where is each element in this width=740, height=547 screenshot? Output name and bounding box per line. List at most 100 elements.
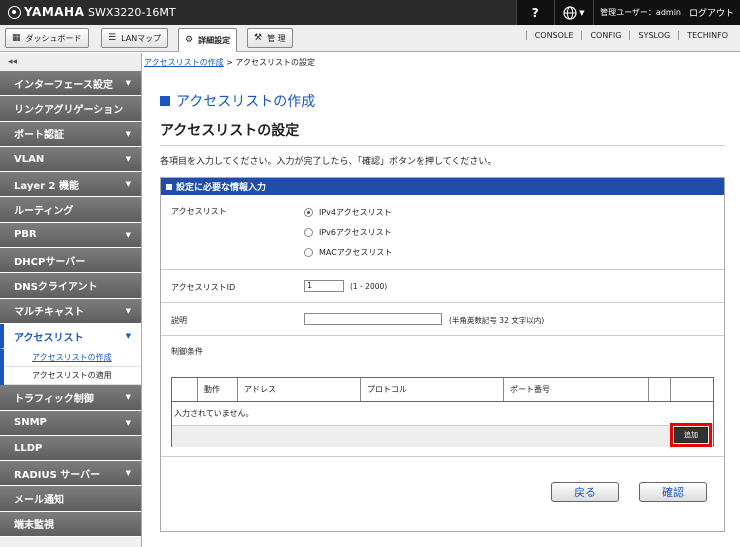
description-label: 説明 <box>171 316 187 325</box>
sidebar-item-3[interactable]: VLAN ▼ <box>0 146 141 173</box>
acl-id-label: アクセスリストID <box>171 283 236 292</box>
sidebar-subitem-0[interactable]: アクセスリストの作成 <box>4 349 141 368</box>
sidebar-item-label: ポート認証 <box>14 130 64 142</box>
sidebar-item-label: RADIUS サーバー <box>14 469 101 481</box>
gear-icon: ⚙ <box>185 35 194 45</box>
sidebar-item-label: LLDP <box>14 442 43 454</box>
sidebar: ◂◂ インターフェース設定 ▼ リンクアグリゲーション ポート認証 ▼ VLAN ▼ Laye… <box>0 53 142 547</box>
sidebar-item-6[interactable]: PBR ▼ <box>0 222 141 249</box>
column-header-extra <box>649 378 671 401</box>
acl-type-label: アクセスリスト <box>171 207 227 216</box>
confirm-button[interactable]: 確認 <box>639 482 707 502</box>
add-button[interactable]: 追加 <box>670 423 712 447</box>
instruction-text: 各項目を入力してください。入力が完了したら、「確認」ボタンを押してください。 <box>160 157 497 167</box>
tab-bar: ▦ ダッシュボード ☰ LANマップ ⚙ 詳細設定 ⚒ 管 理 CONSOLE … <box>0 25 740 52</box>
sidebar-item-label: 端末監視 <box>14 520 54 532</box>
tab-management[interactable]: ⚒ 管 理 <box>247 28 293 48</box>
radio-ipv4-button[interactable] <box>304 208 313 217</box>
lanmap-icon: ☰ <box>108 33 117 43</box>
sidebar-item-1[interactable]: リンクアグリゲーション <box>0 96 141 122</box>
tab-dashboard[interactable]: ▦ ダッシュボード <box>5 28 89 48</box>
sidebar-item-label: DHCPサーバー <box>14 256 86 268</box>
chevron-down-icon: ▼ <box>125 393 131 402</box>
radio-ipv6-button[interactable] <box>304 228 313 237</box>
sidebar-collapse-icon[interactable]: ◂◂ <box>0 53 141 71</box>
sidebar-item-label: リンクアグリゲーション <box>14 104 124 116</box>
sidebar-item-8[interactable]: DNSクライアント <box>0 273 141 299</box>
user-label: 管理ユーザー：admin <box>600 8 681 17</box>
sidebar-item-label: VLAN <box>14 153 45 165</box>
tab-lanmap-label: LANマップ <box>121 33 162 43</box>
chevron-down-icon: ▼ <box>125 469 131 478</box>
header-square-icon <box>166 183 172 190</box>
logout-link[interactable]: ログアウト <box>689 6 734 19</box>
condition-table-header: 動作 アドレス プロトコル ポート番号 <box>172 378 713 402</box>
breadcrumb-link[interactable]: アクセスリストの作成 <box>144 58 224 67</box>
radio-mac-button[interactable] <box>304 248 313 257</box>
top-bar: YAMAHA SWX3220-16MT ? ▼ 管理ユーザー：admin ログア… <box>0 0 740 25</box>
chevron-down-icon: ▼ <box>125 79 131 88</box>
sidebar-subitem-1[interactable]: アクセスリストの適用 <box>4 367 141 386</box>
tab-lanmap[interactable]: ☰ LANマップ <box>101 28 169 48</box>
config-link[interactable]: CONFIG <box>581 31 629 40</box>
chevron-down-icon: ▼ <box>125 306 131 315</box>
sidebar-item-label: Layer 2 機能 <box>14 180 79 192</box>
sidebar-item-2[interactable]: ポート認証 ▼ <box>0 121 141 147</box>
sidebar-item-label: トラフィック制御 <box>14 393 94 405</box>
sidebar-item-label: マルチキャスト <box>14 307 84 319</box>
acl-id-input[interactable]: 1 <box>304 280 344 292</box>
chevron-down-icon: ▼ <box>125 418 131 427</box>
user-area: 管理ユーザー：admin ログアウト <box>593 0 740 25</box>
sidebar-item-15[interactable]: メール通知 <box>0 486 141 512</box>
column-header-address: アドレス <box>238 378 361 401</box>
sidebar-item-label: アクセスリスト <box>14 332 84 344</box>
acl-id-row: アクセスリストID 1 (1 - 2000) <box>161 270 724 303</box>
chevron-down-icon: ▼ <box>125 230 131 239</box>
sidebar-item-11[interactable]: トラフィック制御 ▼ <box>0 385 141 411</box>
sidebar-item-9[interactable]: マルチキャスト ▼ <box>0 298 141 324</box>
console-link[interactable]: CONSOLE <box>525 31 582 40</box>
sidebar-item-7[interactable]: DHCPサーバー <box>0 248 141 274</box>
description-input[interactable] <box>304 313 442 325</box>
condition-table: 動作 アドレス プロトコル ポート番号 入力されていません。 追加 <box>171 377 714 447</box>
acl-id-hint: (1 - 2000) <box>350 282 388 291</box>
chevron-down-icon: ▼ <box>125 129 131 138</box>
page-title: アクセスリストの作成 <box>160 91 315 111</box>
techinfo-link[interactable]: TECHINFO <box>678 31 736 40</box>
model-name: SWX3220-16MT <box>88 6 176 19</box>
sidebar-item-14[interactable]: RADIUS サーバー ▼ <box>0 461 141 487</box>
breadcrumb-current: アクセスリストの設定 <box>235 58 316 67</box>
sidebar-item-label: DNSクライアント <box>14 282 98 294</box>
empty-message: 入力されていません。 <box>174 409 254 418</box>
sidebar-item-0[interactable]: インターフェース設定 ▼ <box>0 71 141 97</box>
sidebar-item-13[interactable]: LLDP <box>0 435 141 462</box>
wrench-icon: ⚒ <box>254 33 263 43</box>
divider <box>160 145 725 146</box>
sidebar-item-16[interactable]: 端末監視 <box>0 511 141 538</box>
language-globe-icon[interactable]: ▼ <box>553 0 594 25</box>
acl-type-row: アクセスリスト IPv4アクセスリスト IPv6アクセスリスト MACアクセスリ… <box>161 195 724 270</box>
breadcrumb: アクセスリストの作成 > アクセスリストの設定 <box>144 57 315 68</box>
chevron-down-icon: ▼ <box>125 155 131 164</box>
radio-mac[interactable]: MACアクセスリスト <box>304 247 392 258</box>
sidebar-item-10[interactable]: アクセスリスト ▼ <box>0 323 141 350</box>
help-icon[interactable]: ? <box>516 0 554 25</box>
yamaha-logo: YAMAHA <box>8 5 84 19</box>
dashboard-icon: ▦ <box>12 33 21 43</box>
tab-management-label: 管 理 <box>267 33 286 43</box>
radio-ipv4[interactable]: IPv4アクセスリスト <box>304 207 392 218</box>
sidebar-item-12[interactable]: SNMP ▼ <box>0 410 141 436</box>
radio-ipv6[interactable]: IPv6アクセスリスト <box>304 227 392 238</box>
chevron-down-icon: ▼ <box>125 180 131 189</box>
sidebar-item-5[interactable]: ルーティング <box>0 197 141 223</box>
chevron-down-icon: ▼ <box>579 8 585 17</box>
top-links: CONSOLE CONFIG SYSLOG TECHINFO <box>525 31 736 40</box>
back-button[interactable]: 戻る <box>551 482 619 502</box>
syslog-link[interactable]: SYSLOG <box>629 31 678 40</box>
tab-advanced-settings-label: 詳細設定 <box>198 35 231 45</box>
tab-advanced-settings[interactable]: ⚙ 詳細設定 <box>178 28 238 52</box>
sidebar-item-4[interactable]: Layer 2 機能 ▼ <box>0 172 141 198</box>
section-title: アクセスリストの設定 <box>160 123 300 139</box>
chevron-down-icon: ▼ <box>125 332 131 341</box>
radio-ipv4-label: IPv4アクセスリスト <box>319 208 392 217</box>
